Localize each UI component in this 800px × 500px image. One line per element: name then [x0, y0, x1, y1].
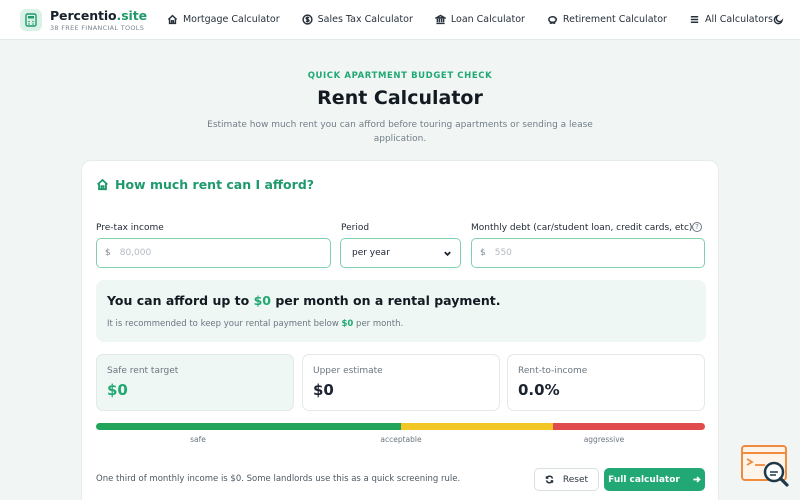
stat-safe-rent-target: Safe rent target $0 — [96, 354, 294, 411]
period-label: Period — [341, 223, 370, 233]
card-heading: How much rent can I afford? — [96, 177, 314, 192]
theme-toggle-button[interactable] — [773, 10, 784, 30]
result-recommendation: It is recommended to keep your rental pa… — [107, 319, 404, 329]
period-selected-value: per year — [352, 248, 390, 258]
piggy-bank-icon — [548, 16, 558, 24]
dollar-circle-icon — [301, 14, 313, 25]
hero-eyebrow: QUICK APARTMENT BUDGET CHECK — [307, 71, 493, 81]
main-nav: Mortgage Calculator Sales Tax Calculator… — [167, 14, 773, 25]
screening-rule-note: One third of monthly income is $0. Some … — [96, 474, 461, 484]
help-icon[interactable]: ? — [692, 222, 702, 232]
currency-prefix: $ — [480, 248, 486, 258]
scale-segment-aggressive — [552, 423, 705, 430]
scale-label-aggressive: aggressive — [583, 435, 625, 444]
income-placeholder: 80,000 — [119, 248, 152, 258]
moon-icon — [773, 14, 784, 25]
rent-calculator-card: How much rent can I afford? Pre-tax inco… — [81, 160, 719, 500]
nav-loan-calculator[interactable]: Loan Calculator — [434, 14, 525, 25]
home-icon — [167, 14, 178, 25]
nav-sales-tax-calculator[interactable]: Sales Tax Calculator — [301, 14, 413, 25]
result-summary: You can afford up to $0 per month on a r… — [96, 280, 706, 342]
scale-segment-safe — [96, 423, 401, 430]
bank-icon — [434, 14, 446, 25]
stat-upper-estimate: Upper estimate $0 — [302, 354, 500, 411]
stat-rent-to-income: Rent-to-income 0.0% — [507, 354, 705, 411]
chevron-down-icon — [444, 251, 451, 256]
nav-mortgage-calculator[interactable]: Mortgage Calculator — [167, 14, 280, 25]
result-headline: You can afford up to $0 per month on a r… — [107, 293, 501, 308]
hero-section: QUICK APARTMENT BUDGET CHECK Rent Calcul… — [0, 40, 800, 147]
debt-input[interactable]: $ 550 — [471, 238, 705, 268]
reset-button[interactable]: Reset — [534, 468, 599, 491]
currency-prefix: $ — [105, 248, 111, 258]
search-assistant-widget-icon[interactable] — [740, 444, 792, 492]
page-subtitle: Estimate how much rent you can afford be… — [207, 120, 593, 145]
income-label: Pre-tax income — [96, 223, 164, 233]
refresh-icon — [545, 475, 554, 484]
scale-label-safe: safe — [190, 435, 206, 444]
calculator-logo-icon — [20, 8, 42, 31]
nav-retirement-calculator[interactable]: Retirement Calculator — [547, 14, 667, 25]
scale-label-acceptable: acceptable — [380, 435, 422, 444]
arrow-right-icon — [693, 476, 701, 483]
brand-name: Percentio.site — [50, 7, 147, 23]
nav-all-calculators[interactable]: All Calculators — [689, 14, 773, 25]
list-icon — [690, 16, 699, 23]
debt-label: Monthly debt (car/student loan, credit c… — [471, 223, 693, 233]
scale-segment-acceptable — [400, 423, 553, 430]
income-input[interactable]: $ 80,000 — [96, 238, 331, 268]
home-icon — [96, 178, 109, 191]
page-title: Rent Calculator — [317, 87, 483, 109]
period-select[interactable]: per year — [340, 238, 461, 268]
brand-link[interactable]: Percentio.site 38 FREE FINANCIAL TOOLS — [20, 8, 147, 32]
debt-placeholder: 550 — [494, 248, 512, 258]
top-navigation-bar: Percentio.site 38 FREE FINANCIAL TOOLS M… — [0, 0, 800, 40]
affordability-scale — [96, 423, 705, 430]
brand-tagline: 38 FREE FINANCIAL TOOLS — [50, 23, 145, 32]
full-calculator-button[interactable]: Full calculator — [604, 468, 705, 491]
